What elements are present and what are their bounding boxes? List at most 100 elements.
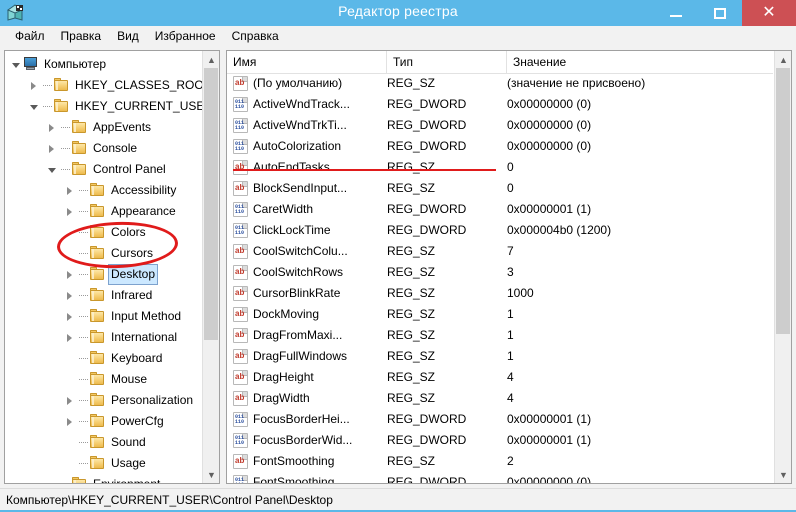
value-name: DragWidth <box>253 391 310 405</box>
folder-icon <box>90 393 105 407</box>
values-vertical-scrollbar[interactable]: ▲ ▼ <box>774 51 791 483</box>
chevron-down-icon[interactable] <box>10 54 23 75</box>
menu-item-правка[interactable]: Правка <box>53 26 110 46</box>
value-row[interactable]: 011 110 AutoColorization REG_DWORD 0x0000000… <box>227 136 773 157</box>
status-bar: Компьютер\HKEY_CURRENT_USER\Control Pane… <box>0 488 796 510</box>
close-button[interactable]: ✕ <box>742 0 796 26</box>
folder-icon <box>90 267 105 281</box>
chevron-right-icon[interactable] <box>64 264 77 285</box>
value-row[interactable]: 011 110 ActiveWndTrkTi... REG_DWORD 0x000000… <box>227 115 773 136</box>
value-row[interactable]: ab CoolSwitchColu... REG_SZ 7 <box>227 241 773 262</box>
value-row[interactable]: 011 110 ClickLockTime REG_DWORD 0x000004b0 (… <box>227 220 773 241</box>
tree-item-control-panel[interactable]: Control Panel <box>5 159 201 180</box>
values-scroll-up-icon[interactable]: ▲ <box>775 51 791 68</box>
value-row[interactable]: 011 110 CaretWidth REG_DWORD 0x00000001 (1) <box>227 199 773 220</box>
chevron-right-icon[interactable] <box>64 180 77 201</box>
chevron-right-icon[interactable] <box>46 117 59 138</box>
registry-values-pane: Имя Тип Значение ab (По умолчанию) REG_SZ(… <box>226 50 792 484</box>
tree-scroll-down-icon[interactable]: ▼ <box>203 466 219 483</box>
value-row[interactable]: ab DragHeight REG_SZ 4 <box>227 367 773 388</box>
value-data: 1 <box>507 349 514 363</box>
tree-vertical-scrollbar[interactable]: ▲ ▼ <box>202 51 219 483</box>
column-header-name[interactable]: Имя <box>227 51 387 73</box>
tree-item-appevents[interactable]: AppEvents <box>5 117 201 138</box>
tree-item-colors[interactable]: Colors <box>5 222 201 243</box>
tree-item-cursors[interactable]: Cursors <box>5 243 201 264</box>
values-list[interactable]: ab (По умолчанию) REG_SZ (значение не присв… <box>227 73 773 483</box>
chevron-right-icon[interactable] <box>28 75 41 96</box>
tree-item-environment[interactable]: Environment <box>5 474 201 483</box>
value-name: ClickLockTime <box>253 223 331 237</box>
value-row[interactable]: ab DockMoving REG_SZ 1 <box>227 304 773 325</box>
menu-item-избранное[interactable]: Избранное <box>147 26 224 46</box>
value-type: REG_SZ <box>387 370 436 384</box>
value-row[interactable]: ab BlockSendInput... REG_SZ 0 <box>227 178 773 199</box>
values-scrollbar-thumb[interactable] <box>776 68 790 334</box>
value-row[interactable]: ab DragFromMaxi... REG_SZ 1 <box>227 325 773 346</box>
tree-item-console[interactable]: Console <box>5 138 201 159</box>
chevron-right-icon[interactable] <box>64 390 77 411</box>
tree-item-input-method[interactable]: Input Method <box>5 306 201 327</box>
chevron-right-icon[interactable] <box>64 327 77 348</box>
menu-item-вид[interactable]: Вид <box>109 26 147 46</box>
folder-icon <box>90 330 105 344</box>
chevron-right-icon[interactable] <box>64 411 77 432</box>
value-row[interactable]: ab AutoEndTasks REG_SZ 0 <box>227 157 773 178</box>
tree-item-infrared[interactable]: Infrared <box>5 285 201 306</box>
minimize-button[interactable] <box>654 0 698 26</box>
tree-item--[interactable]: Компьютер <box>5 54 201 75</box>
menu-item-файл[interactable]: Файл <box>7 26 53 46</box>
chevron-right-icon[interactable] <box>46 138 59 159</box>
value-data: 0x00000001 (1) <box>507 202 592 216</box>
value-row[interactable]: ab (По умолчанию) REG_SZ (значение не присв… <box>227 73 773 94</box>
tree-item-international[interactable]: International <box>5 327 201 348</box>
tree-scroll-up-icon[interactable]: ▲ <box>203 51 219 68</box>
menu-item-справка[interactable]: Справка <box>224 26 287 46</box>
tree-item-accessibility[interactable]: Accessibility <box>5 180 201 201</box>
tree-item-powercfg[interactable]: PowerCfg <box>5 411 201 432</box>
value-row[interactable]: ab FontSmoothing REG_SZ 2 <box>227 451 773 472</box>
chevron-down-icon[interactable] <box>46 159 59 180</box>
maximize-button[interactable] <box>698 0 742 26</box>
tree-scrollbar-thumb[interactable] <box>204 68 218 340</box>
tree-item-usage[interactable]: Usage <box>5 453 201 474</box>
chevron-down-icon[interactable] <box>28 96 41 117</box>
chevron-right-icon[interactable] <box>64 306 77 327</box>
value-row[interactable]: 011110FontSmoothing...REG_DWORD0x0000000… <box>227 472 773 483</box>
value-row[interactable]: 011 110 ActiveWndTrack... REG_DWORD 0x000000… <box>227 94 773 115</box>
values-scroll-down-icon[interactable]: ▼ <box>775 466 791 483</box>
value-row[interactable]: 011 110 FocusBorderWid... REG_DWORD 0x000000… <box>227 430 773 451</box>
value-row[interactable]: ab DragWidth REG_SZ 4 <box>227 388 773 409</box>
value-type: REG_SZ <box>387 454 436 468</box>
tree-item-desktop[interactable]: Desktop <box>5 264 201 285</box>
value-data: 1000 <box>507 286 534 300</box>
tree-item-appearance[interactable]: Appearance <box>5 201 201 222</box>
tree-item-mouse[interactable]: Mouse <box>5 369 201 390</box>
value-row[interactable]: 011 110 FocusBorderHei... REG_DWORD 0x000000… <box>227 409 773 430</box>
value-row[interactable]: ab DragFullWindows REG_SZ 1 <box>227 346 773 367</box>
chevron-right-icon[interactable] <box>64 201 77 222</box>
value-row[interactable]: ab CoolSwitchRows REG_SZ 3 <box>227 262 773 283</box>
registry-editor-window: Редактор реестра ✕ Файл Правка Вид Избранно… <box>0 0 796 512</box>
tree-item-personalization[interactable]: Personalization <box>5 390 201 411</box>
registry-tree[interactable]: Компьютер HKEY_CLASSES_ROOT HKEY_CURRENT_U… <box>5 51 213 483</box>
value-name: ActiveWndTrkTi... <box>253 118 347 132</box>
column-header-type[interactable]: Тип <box>387 51 507 73</box>
chevron-right-icon[interactable] <box>64 285 77 306</box>
tree-item-sound[interactable]: Sound <box>5 432 201 453</box>
tree-item-keyboard[interactable]: Keyboard <box>5 348 201 369</box>
folder-icon <box>72 141 87 155</box>
value-row[interactable]: ab CursorBlinkRate REG_SZ 1000 <box>227 283 773 304</box>
value-name: FontSmoothing <box>253 454 335 468</box>
tree-connector <box>77 180 90 201</box>
tree-item-hkey-classes-root[interactable]: HKEY_CLASSES_ROOT <box>5 75 211 96</box>
column-header-value[interactable]: Значение <box>507 51 773 73</box>
folder-icon <box>54 99 69 113</box>
tree-item-hkey-current-user[interactable]: HKEY_CURRENT_USER <box>5 96 213 117</box>
tree-item-label: HKEY_CLASSES_ROOT <box>75 78 212 92</box>
registry-tree-pane: Компьютер HKEY_CLASSES_ROOT HKEY_CURRENT_U… <box>4 50 220 484</box>
